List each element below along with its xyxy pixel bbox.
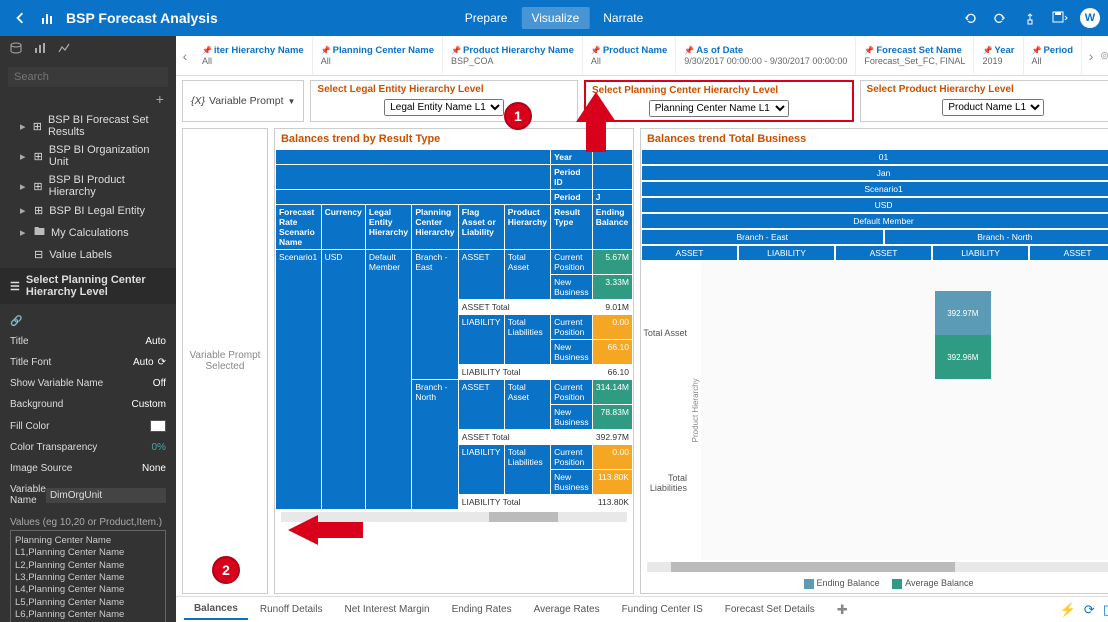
search-input[interactable] <box>8 67 168 87</box>
filter-scroll-left[interactable]: ‹ <box>176 36 194 75</box>
back-button[interactable] <box>8 6 32 30</box>
filter-settings-icon[interactable]: ⊚ <box>1100 49 1108 62</box>
filter-year[interactable]: 📌Year2019 <box>974 36 1023 75</box>
tab-avg-rates[interactable]: Average Rates <box>524 600 610 619</box>
product-level-block: Select Product Hierarchy Level Product N… <box>860 80 1108 122</box>
prop-background[interactable]: Custom <box>132 399 166 410</box>
annotation-1-badge: 1 <box>504 102 532 130</box>
bar-average: 392.96M <box>935 335 991 379</box>
filter-forecastset[interactable]: 📌Forecast Set NameForecast_Set_FC, FINAL <box>856 36 974 75</box>
tree-item-forecast[interactable]: ▸⊞BSP BI Forecast Set Results <box>0 111 176 141</box>
undo-icon[interactable] <box>960 8 980 28</box>
balances-total-business-panel[interactable]: Balances trend Total Business 01 Jan Sce… <box>640 128 1108 594</box>
filter-planning-center[interactable]: 📌Planning Center NameAll <box>313 36 443 75</box>
axis-label: Total Asset <box>641 328 687 338</box>
chart-legend: Ending Balance Average Balance <box>641 574 1108 593</box>
tab-forecast-details[interactable]: Forecast Set Details <box>715 600 825 619</box>
prop-title[interactable]: Auto <box>145 336 166 347</box>
product-level-select[interactable]: Product Name L1 <box>942 99 1044 116</box>
bar-chart: 392.97M 392.96M <box>701 261 1108 560</box>
autoviz-icon[interactable]: ⚡ <box>1060 602 1076 618</box>
annotation-2-badge: 2 <box>212 556 240 584</box>
prop-transparency[interactable]: 0% <box>152 442 166 453</box>
bar-ending: 392.97M <box>935 291 991 335</box>
prop-showvar[interactable]: Off <box>153 378 166 389</box>
link-icon[interactable]: 🔗 <box>10 312 166 331</box>
tab-prepare[interactable]: Prepare <box>455 7 518 29</box>
refresh-icon: ⟳ <box>158 357 166 368</box>
planning-center-level-select[interactable]: Planning Center Name L1 <box>649 100 789 117</box>
user-avatar[interactable]: W <box>1080 8 1100 28</box>
mode-tabs: Prepare Visualize Narrate <box>455 7 654 29</box>
values-textbox[interactable]: Planning Center Name L1,Planning Center … <box>10 530 166 622</box>
data-tree: ▸⊞BSP BI Forecast Set Results ▸⊞BSP BI O… <box>0 107 176 268</box>
refresh-canvas-icon[interactable]: ⟳ <box>1084 602 1095 618</box>
settings-icon: ☰ <box>10 280 20 293</box>
left-panel: + ▸⊞BSP BI Forecast Set Results ▸⊞BSP BI… <box>0 36 176 622</box>
variable-prompt-dropdown[interactable]: {X} Variable Prompt ▼ <box>182 80 304 122</box>
tab-ending-rates[interactable]: Ending Rates <box>442 600 522 619</box>
analytics-panel-icon[interactable] <box>58 42 70 57</box>
tree-item-legal[interactable]: ▸⊞BSP BI Legal Entity <box>0 201 176 220</box>
tree-item-product[interactable]: ▸⊞BSP BI Product Hierarchy <box>0 171 176 201</box>
values-label: Values (eg 10,20 or Product,Item.) <box>10 517 166 528</box>
prop-titlefont[interactable]: Auto ⟳ <box>133 357 166 368</box>
annotation-1-arrow <box>536 92 656 162</box>
panel3-title: Balances trend Total Business <box>641 129 1108 149</box>
tab-funding[interactable]: Funding Center IS <box>612 600 713 619</box>
project-type-icon <box>36 6 60 30</box>
prop-fillcolor[interactable] <box>150 420 166 432</box>
value-labels-icon: ⊟ <box>34 248 43 261</box>
filter-asofdate[interactable]: 📌As of Date9/30/2017 00:00:00 - 9/30/201… <box>676 36 856 75</box>
dataset-icon: ⊞ <box>34 204 43 217</box>
share-icon[interactable] <box>1020 8 1040 28</box>
tab-nim[interactable]: Net Interest Margin <box>335 600 440 619</box>
variable-name-input[interactable] <box>46 488 166 503</box>
tab-narrate[interactable]: Narrate <box>593 7 653 29</box>
dataset-icon: ⊞ <box>33 180 42 193</box>
prop-imgsrc[interactable]: None <box>142 463 166 474</box>
annotation-2-arrow-shape <box>288 510 368 550</box>
redo-icon[interactable] <box>990 8 1010 28</box>
filter-scroll-right[interactable]: › <box>1082 36 1100 75</box>
save-menu-icon[interactable] <box>1050 8 1070 28</box>
filter-product-hierarchy[interactable]: 📌Product Hierarchy NameBSP_COA <box>443 36 583 75</box>
chevron-down-icon: ▼ <box>288 97 296 106</box>
axis-label: Total Liabilities <box>641 473 687 493</box>
dataset-icon: ⊞ <box>33 120 42 133</box>
dataset-icon: ⊞ <box>34 150 43 163</box>
tree-item-mycalc[interactable]: ▸🖿My Calculations <box>0 220 176 245</box>
legal-entity-level-select[interactable]: Legal Entity Name L1 <box>384 99 504 116</box>
y-axis-title: Product Hierarchy <box>691 261 701 560</box>
tree-item-orgunit[interactable]: ▸⊞BSP BI Organization Unit <box>0 141 176 171</box>
filter-product-name[interactable]: 📌Product NameAll <box>583 36 676 75</box>
filter-bar: ‹ 📌iter Hierarchy NameAll 📌Planning Cent… <box>176 36 1108 76</box>
workbook-title: BSP Forecast Analysis <box>66 10 218 26</box>
data-panel-icon[interactable] <box>10 42 22 57</box>
viz-panel-icon[interactable] <box>34 42 46 57</box>
tab-balances[interactable]: Balances <box>184 599 248 620</box>
bottom-tab-bar: Balances Runoff Details Net Interest Mar… <box>176 596 1108 622</box>
folder-icon: 🖿 <box>34 223 45 242</box>
horizontal-scrollbar-2[interactable] <box>647 562 1108 572</box>
filter-hierarchy-name[interactable]: 📌iter Hierarchy NameAll <box>194 36 313 75</box>
variable-prompt-viz[interactable]: Variable Prompt Selected <box>182 128 268 594</box>
top-header: BSP Forecast Analysis Prepare Visualize … <box>0 0 1108 36</box>
tree-item-valuelabels[interactable]: ⊟Value Labels <box>0 245 176 264</box>
add-data-button[interactable]: + <box>0 91 176 107</box>
toggle-grammar-icon[interactable]: ▯ <box>1103 602 1108 618</box>
properties-header: ☰ Select Planning Center Hierarchy Level <box>0 268 176 304</box>
tab-visualize[interactable]: Visualize <box>521 7 589 29</box>
add-canvas-button[interactable]: ✚ <box>827 598 858 622</box>
tab-runoff[interactable]: Runoff Details <box>250 600 333 619</box>
filter-period[interactable]: 📌PeriodAll <box>1024 36 1083 75</box>
pivot-table[interactable]: Year Period ID PeriodJ Forecast Rate Sce… <box>275 149 633 510</box>
